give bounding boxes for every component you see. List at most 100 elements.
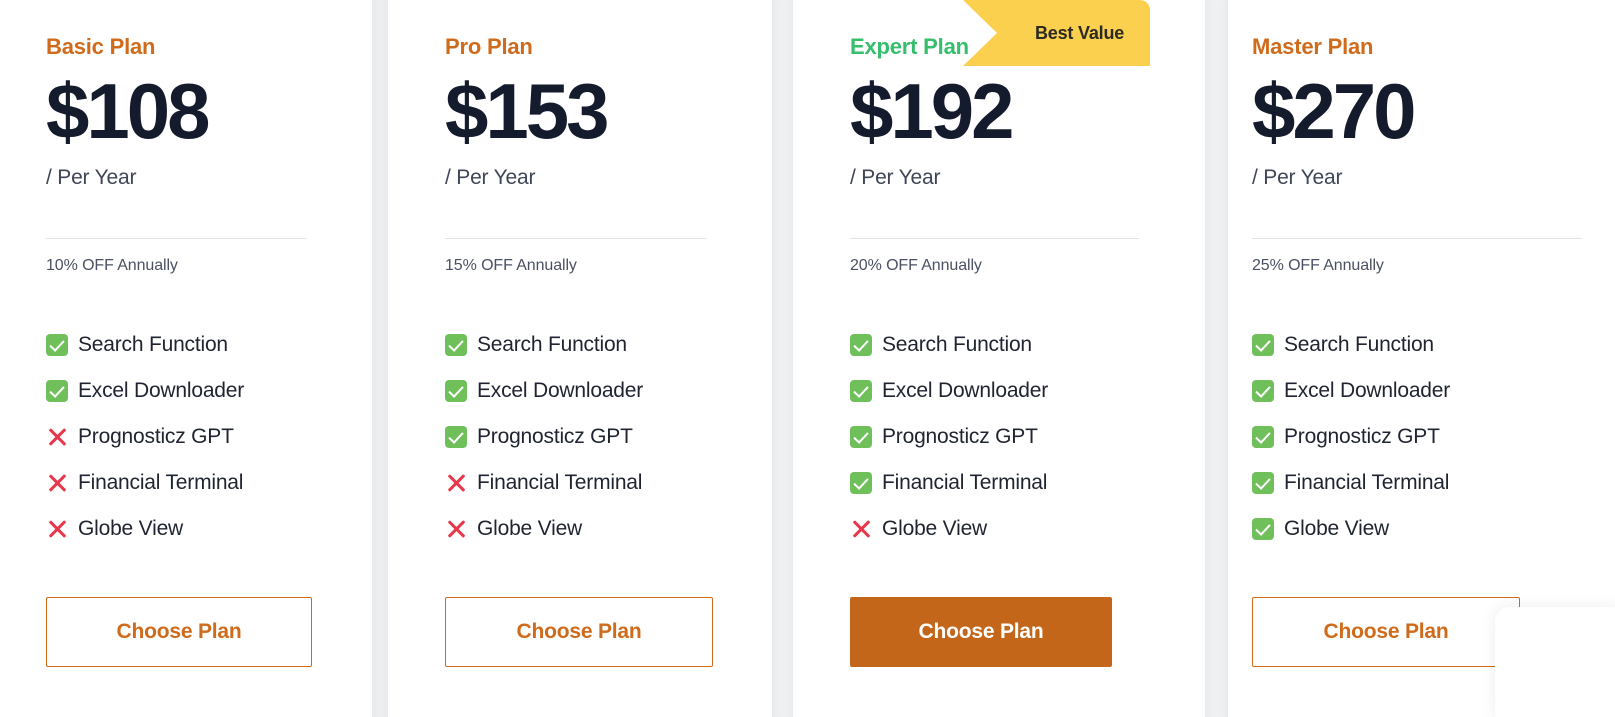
feature-label: Prognosticz GPT (477, 424, 633, 448)
check-icon (445, 379, 467, 402)
feature-list: Search Function Excel Downloader Prognos… (850, 322, 1177, 552)
check-icon (445, 425, 467, 448)
feature-label: Search Function (477, 332, 627, 356)
plan-divider (46, 237, 306, 239)
check-icon (1252, 517, 1274, 540)
plan-price: $192 (850, 67, 1015, 156)
plan-divider (445, 237, 706, 239)
feature-item: Financial Terminal (46, 460, 344, 506)
plan-card-inner: Pro Plan $153 / Per Year 15% OFF Annuall… (388, 0, 772, 717)
feature-label: Excel Downloader (477, 378, 644, 402)
plan-period: / Per Year (1252, 165, 1343, 189)
cross-icon (46, 518, 68, 540)
feature-label: Globe View (882, 516, 988, 540)
choose-plan-button[interactable]: Choose Plan (850, 596, 1112, 667)
feature-label: Excel Downloader (882, 378, 1049, 402)
plan-price: $108 (46, 67, 211, 156)
plan-discount: 20% OFF Annually (850, 256, 982, 274)
choose-plan-button[interactable]: Choose Plan (1252, 596, 1520, 667)
feature-item: Globe View (1252, 506, 1615, 552)
plan-period: / Per Year (46, 165, 137, 189)
choose-plan-button[interactable]: Choose Plan (445, 596, 713, 667)
feature-label: Financial Terminal (78, 470, 244, 494)
feature-label: Financial Terminal (1284, 470, 1450, 494)
feature-label: Search Function (1284, 332, 1434, 356)
plan-content: Expert Plan $192 / Per Year 20% OFF Annu… (793, 0, 1205, 717)
feature-item: Search Function (46, 322, 344, 368)
feature-item: Globe View (46, 506, 344, 552)
feature-item: Globe View (850, 506, 1177, 552)
check-icon (850, 333, 872, 356)
feature-label: Excel Downloader (1284, 378, 1451, 402)
check-icon (445, 333, 467, 356)
plan-divider (1252, 237, 1582, 239)
plan-price: $270 (1252, 67, 1417, 156)
feature-label: Search Function (882, 332, 1032, 356)
feature-item: Financial Terminal (445, 460, 744, 506)
plan-title: Pro Plan (445, 34, 533, 59)
plan-period: / Per Year (850, 165, 941, 189)
feature-item: Excel Downloader (850, 368, 1177, 414)
plan-card-inner: Best Value Expert Plan $192 / Per Year 2… (793, 0, 1205, 717)
pricing-table: Basic Plan $108 / Per Year 10% OFF Annua… (0, 0, 1615, 717)
feature-item: Prognosticz GPT (46, 414, 344, 460)
feature-item: Prognosticz GPT (445, 414, 744, 460)
feature-item: Prognosticz GPT (1252, 414, 1615, 460)
feature-label: Prognosticz GPT (882, 424, 1038, 448)
check-icon (1252, 379, 1274, 402)
plan-title: Basic Plan (46, 34, 156, 59)
feature-item: Search Function (1252, 322, 1615, 368)
best-value-badge: Best Value (962, 0, 1151, 66)
check-icon (46, 379, 68, 402)
feature-item: Excel Downloader (1252, 368, 1615, 414)
check-icon (850, 425, 872, 448)
check-icon (850, 379, 872, 402)
feature-item: Globe View (445, 506, 744, 552)
check-icon (1252, 333, 1274, 356)
feature-item: Financial Terminal (850, 460, 1177, 506)
cross-icon (445, 518, 467, 540)
plan-content: Pro Plan $153 / Per Year 15% OFF Annuall… (388, 0, 772, 717)
feature-label: Financial Terminal (882, 470, 1048, 494)
feature-list: Search Function Excel Downloader Prognos… (46, 322, 344, 552)
feature-label: Globe View (477, 516, 583, 540)
plan-period: / Per Year (445, 165, 536, 189)
feature-label: Globe View (1284, 516, 1390, 540)
plan-discount: 15% OFF Annually (445, 256, 577, 274)
check-icon (1252, 471, 1274, 494)
best-value-label: Best Value (1035, 22, 1125, 43)
plan-content: Basic Plan $108 / Per Year 10% OFF Annua… (0, 0, 372, 717)
feature-item: Search Function (445, 322, 744, 368)
feature-label: Globe View (78, 516, 184, 540)
plan-card-basic[interactable]: Basic Plan $108 / Per Year 10% OFF Annua… (0, 0, 372, 717)
feature-label: Excel Downloader (78, 378, 245, 402)
feature-list: Search Function Excel Downloader Prognos… (1252, 322, 1615, 552)
plan-discount: 10% OFF Annually (46, 256, 178, 274)
feature-item: Excel Downloader (46, 368, 344, 414)
corner-panel (1495, 607, 1615, 717)
check-icon (850, 471, 872, 494)
plan-card-inner: Basic Plan $108 / Per Year 10% OFF Annua… (0, 0, 372, 717)
feature-item: Prognosticz GPT (850, 414, 1177, 460)
check-icon (1252, 425, 1274, 448)
feature-label: Prognosticz GPT (1284, 424, 1440, 448)
feature-item: Search Function (850, 322, 1177, 368)
plan-card-expert[interactable]: Best Value Expert Plan $192 / Per Year 2… (793, 0, 1205, 717)
plan-discount: 25% OFF Annually (1252, 256, 1384, 274)
plan-title: Master Plan (1252, 34, 1374, 59)
choose-plan-button[interactable]: Choose Plan (46, 596, 312, 667)
plan-card-pro[interactable]: Pro Plan $153 / Per Year 15% OFF Annuall… (388, 0, 772, 717)
feature-list: Search Function Excel Downloader Prognos… (445, 322, 744, 552)
cross-icon (46, 426, 68, 448)
plan-price: $153 (445, 67, 610, 156)
feature-label: Prognosticz GPT (78, 424, 234, 448)
feature-item: Financial Terminal (1252, 460, 1615, 506)
cross-icon (445, 472, 467, 494)
plan-divider (850, 237, 1139, 239)
cross-icon (46, 472, 68, 494)
cross-icon (850, 518, 872, 540)
feature-label: Search Function (78, 332, 228, 356)
feature-label: Financial Terminal (477, 470, 643, 494)
feature-item: Excel Downloader (445, 368, 744, 414)
check-icon (46, 333, 68, 356)
